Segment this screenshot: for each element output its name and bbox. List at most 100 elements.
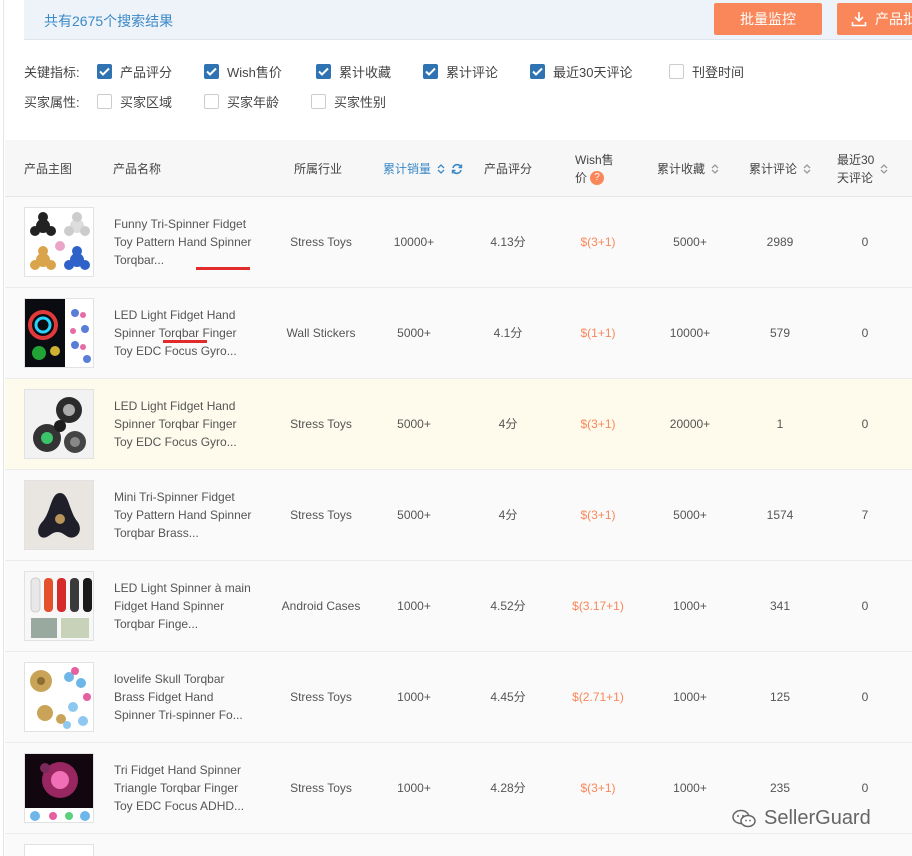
- product-name-link[interactable]: Tri Fidget Hand Spinner Triangle Torqbar…: [114, 761, 254, 815]
- sort-icon: [437, 163, 445, 174]
- col-reviews-label: 累计评论: [749, 162, 798, 176]
- favorites-cell: 5000+: [673, 508, 707, 522]
- metric-listing-time-checkbox[interactable]: 刊登时间: [669, 62, 744, 81]
- product-name-link[interactable]: lovelife Skull Torqbar Brass Fidget Hand…: [114, 670, 254, 724]
- metric-rating-checkbox[interactable]: 产品评分: [97, 62, 204, 81]
- metric-recent-reviews-checkbox[interactable]: 最近30天评论: [530, 62, 669, 81]
- checkbox-label: 刊登时间: [692, 64, 745, 80]
- buyer-attributes-filter: 买家属性: 买家区域 买家年龄 买家性别: [24, 91, 386, 111]
- col-favorites-sort[interactable]: 累计收藏: [657, 140, 719, 197]
- table-row[interactable]: LED Light Spinner à main Fidget Hand Spi…: [5, 561, 912, 652]
- highlight-underline: [196, 267, 250, 270]
- rating-cell: 4.28分: [490, 781, 526, 795]
- favorites-cell: 5000+: [673, 235, 707, 249]
- sales-cell: 1000+: [397, 690, 431, 704]
- reviews-cell: 1574: [766, 508, 794, 522]
- recent-reviews-cell: 0: [861, 326, 869, 340]
- reviews-cell: 1: [776, 417, 784, 431]
- col-rating: 产品评分: [484, 140, 532, 197]
- price-cell: $(2.71+1): [572, 690, 624, 704]
- sales-cell: 5000+: [397, 508, 431, 522]
- industry-cell: Android Cases: [281, 599, 361, 613]
- favorites-cell: 10000+: [669, 326, 711, 340]
- reviews-cell: 2989: [766, 235, 794, 249]
- buyer-gender-checkbox[interactable]: 买家性别: [311, 92, 386, 111]
- checkbox-unchecked-icon: [97, 93, 112, 109]
- refresh-icon[interactable]: [451, 163, 463, 175]
- col-reviews-sort[interactable]: 累计评论: [749, 140, 811, 197]
- sort-icon: [880, 163, 888, 174]
- col-recent-reviews-sort[interactable]: 最近30 天评论: [837, 140, 888, 197]
- product-thumbnail[interactable]: [24, 389, 94, 459]
- product-name-link[interactable]: LED Light Fidget Hand Spinner Torqbar Fi…: [114, 306, 254, 360]
- product-thumbnail[interactable]: [24, 571, 94, 641]
- col-price-label-line2: 价: [575, 170, 588, 185]
- highlight-underline: [163, 340, 207, 343]
- reviews-cell: 579: [769, 326, 791, 340]
- checkbox-checked-icon: [97, 63, 112, 79]
- sales-cell: 1000+: [397, 781, 431, 795]
- product-thumbnail[interactable]: [24, 480, 94, 550]
- download-icon: [851, 12, 867, 27]
- col-recent-label-line2: 天评论: [837, 170, 874, 185]
- reviews-cell: 125: [769, 690, 791, 704]
- rating-cell: 4.1分: [493, 326, 523, 340]
- help-icon[interactable]: ?: [590, 171, 605, 186]
- product-thumbnail[interactable]: [24, 207, 94, 277]
- key-metrics-label: 关键指标:: [24, 64, 80, 80]
- product-name-link[interactable]: Mini Tri-Spinner Fidget Toy Pattern Hand…: [114, 488, 254, 542]
- buyer-region-checkbox[interactable]: 买家区域: [97, 92, 204, 111]
- metric-favorites-checkbox[interactable]: 累计收藏: [316, 62, 423, 81]
- table-row[interactable]: Mini Tri-Spinner Fidget Toy Pattern Hand…: [5, 470, 912, 561]
- table-row-partial[interactable]: [5, 834, 912, 856]
- col-sales-sort[interactable]: 累计销量: [383, 140, 463, 197]
- col-name: 产品名称: [113, 140, 161, 197]
- rating-cell: 4.52分: [490, 599, 526, 613]
- recent-reviews-cell: 7: [861, 508, 869, 522]
- recent-reviews-cell: 0: [861, 235, 869, 249]
- rating-cell: 4.45分: [490, 690, 526, 704]
- buyer-age-checkbox[interactable]: 买家年龄: [204, 92, 311, 111]
- recent-reviews-cell: 0: [861, 417, 869, 431]
- batch-monitor-button[interactable]: 批量监控: [714, 3, 822, 35]
- table-row[interactable]: lovelife Skull Torqbar Brass Fidget Hand…: [5, 652, 912, 743]
- industry-cell: Stress Toys: [290, 690, 352, 704]
- product-thumbnail[interactable]: [24, 662, 94, 732]
- price-cell: $(3+1): [580, 508, 616, 522]
- result-count: 共有2675个搜索结果: [44, 13, 174, 29]
- checkbox-unchecked-icon: [311, 93, 326, 109]
- metric-wish-price-checkbox[interactable]: Wish售价: [204, 62, 316, 81]
- product-name-link[interactable]: Funny Tri-Spinner Fidget Toy Pattern Han…: [114, 215, 254, 269]
- product-thumbnail[interactable]: [24, 298, 94, 368]
- product-thumbnail[interactable]: [24, 844, 94, 856]
- product-thumbnail[interactable]: [24, 753, 94, 823]
- industry-cell: Stress Toys: [290, 508, 352, 522]
- spinner-image: [25, 390, 93, 458]
- table-row-highlighted[interactable]: LED Light Fidget Hand Spinner Torqbar Fi…: [5, 379, 912, 470]
- industry-cell: Stress Toys: [290, 235, 352, 249]
- col-name-label: 产品名称: [113, 162, 162, 176]
- product-name-link[interactable]: LED Light Fidget Hand Spinner Torqbar Fi…: [114, 397, 254, 451]
- rating-cell: 4.13分: [490, 235, 526, 249]
- product-name-link[interactable]: LED Light Spinner à main Fidget Hand Spi…: [114, 579, 254, 633]
- price-cell: $(3+1): [580, 235, 616, 249]
- led-spinner-image: [25, 299, 91, 367]
- favorites-cell: 1000+: [673, 781, 707, 795]
- watermark: SellerGuard: [732, 807, 871, 830]
- col-price-label-line1: Wish售: [575, 152, 614, 167]
- col-image: 产品主图: [24, 140, 72, 197]
- spinner-image: [30, 212, 90, 270]
- industry-cell: Stress Toys: [290, 781, 352, 795]
- wechat-icon: [732, 809, 756, 827]
- table-row[interactable]: LED Light Fidget Hand Spinner Torqbar Fi…: [5, 288, 912, 379]
- sales-cell: 5000+: [397, 417, 431, 431]
- industry-cell: Stress Toys: [290, 417, 352, 431]
- metric-reviews-checkbox[interactable]: 累计评论: [423, 62, 530, 81]
- industry-cell: Wall Stickers: [286, 326, 356, 340]
- col-industry-label: 所属行业: [294, 162, 343, 176]
- table-row[interactable]: Funny Tri-Spinner Fidget Toy Pattern Han…: [5, 197, 912, 288]
- export-products-button[interactable]: 产品批: [837, 3, 912, 35]
- sort-icon: [803, 163, 811, 174]
- rating-cell: 4分: [498, 508, 518, 522]
- price-cell: $(1+1): [580, 326, 616, 340]
